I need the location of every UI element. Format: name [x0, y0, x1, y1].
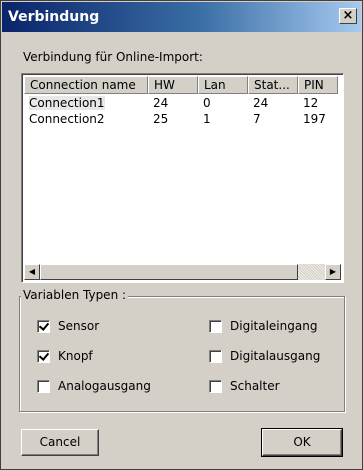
connection-dialog: Verbindung × Verbindung für Online-Impor…: [0, 0, 363, 470]
close-icon[interactable]: ×: [339, 8, 357, 24]
scroll-left-icon[interactable]: ◀: [24, 264, 40, 280]
checkbox-analogausgang[interactable]: Analogausgang: [37, 379, 151, 393]
cell-status: 24: [253, 96, 269, 110]
list-label: Verbindung für Online-Import:: [23, 50, 203, 64]
ok-button[interactable]: OK: [261, 428, 343, 457]
checkbox-box[interactable]: [209, 379, 222, 393]
horizontal-scrollbar[interactable]: ◀ ▶: [24, 264, 341, 280]
list-rows: Connection1 24 0 24 12 Connection2 25 1 …: [24, 95, 343, 127]
connection-list[interactable]: Connection name HW Lan Stat... PIN Conne…: [21, 73, 344, 283]
checkbox-digitaleingang[interactable]: Digitaleingang: [209, 319, 317, 333]
checkbox-digitalausgang[interactable]: Digitalausgang: [209, 349, 320, 363]
checkbox-box[interactable]: [209, 319, 222, 333]
checkbox-knopf[interactable]: Knopf: [37, 349, 93, 363]
checkbox-label: Knopf: [58, 349, 93, 363]
checkbox-label: Schalter: [230, 379, 280, 393]
title-bar[interactable]: Verbindung ×: [2, 2, 361, 32]
table-row[interactable]: Connection1 24 0 24 12: [24, 95, 343, 111]
cancel-button[interactable]: Cancel: [21, 429, 99, 456]
group-title: Variablen Typen :: [21, 288, 129, 302]
cell-hw: 25: [153, 112, 169, 126]
column-header-connection-name[interactable]: Connection name: [24, 76, 148, 94]
column-header-hw[interactable]: HW: [148, 76, 198, 94]
scrollbar-thumb[interactable]: [40, 264, 298, 280]
cell-pin: 12: [303, 96, 319, 110]
cell-status: 7: [253, 112, 261, 126]
column-header-pin[interactable]: PIN: [298, 76, 338, 94]
scroll-right-icon[interactable]: ▶: [325, 264, 341, 280]
list-header: Connection name HW Lan Stat... PIN: [24, 76, 343, 94]
cell-pin: 197: [303, 112, 326, 126]
window-title: Verbindung: [8, 9, 100, 25]
checkbox-label: Digitaleingang: [230, 319, 318, 333]
checkbox-box[interactable]: [37, 319, 50, 333]
checkbox-schalter[interactable]: Schalter: [209, 379, 280, 393]
checkbox-label: Digitalausgang: [230, 349, 321, 363]
checkbox-box[interactable]: [37, 349, 50, 363]
checkbox-box[interactable]: [37, 379, 50, 393]
checkbox-box[interactable]: [209, 349, 222, 363]
checkbox-sensor[interactable]: Sensor: [37, 319, 99, 333]
column-header-lan[interactable]: Lan: [198, 76, 248, 94]
cell-connection-name: Connection1: [29, 96, 105, 110]
checkbox-label: Sensor: [58, 319, 100, 333]
cell-lan: 0: [203, 96, 211, 110]
checkbox-label: Analogausgang: [58, 379, 151, 393]
table-row[interactable]: Connection2 25 1 7 197: [24, 111, 343, 127]
cell-lan: 1: [203, 112, 211, 126]
cell-hw: 24: [153, 96, 169, 110]
cell-connection-name: Connection2: [29, 112, 105, 126]
column-header-status[interactable]: Stat...: [248, 76, 298, 94]
